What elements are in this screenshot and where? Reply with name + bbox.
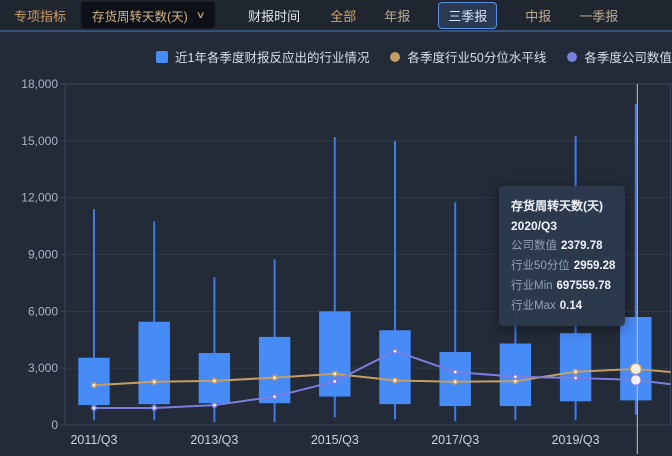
box[interactable] bbox=[620, 317, 651, 400]
company-point-center bbox=[273, 395, 276, 398]
median-point-center bbox=[574, 370, 577, 373]
tooltip-row-value: 2379.78 bbox=[561, 240, 603, 252]
period-tab-2[interactable]: 三季报 bbox=[438, 2, 497, 29]
company-point-center bbox=[454, 371, 457, 374]
y-tick-label: 18,000 bbox=[21, 77, 58, 91]
tooltip-row-label: 行业Max bbox=[511, 300, 556, 312]
tooltip-row-value: 2959.28 bbox=[574, 260, 616, 272]
tooltip-row-value: 0.14 bbox=[560, 300, 582, 312]
company-point-highlight[interactable] bbox=[631, 375, 642, 386]
report-time-label: 财报时间 bbox=[248, 6, 300, 25]
chevron-down-icon: ∨ bbox=[196, 10, 206, 21]
y-tick-label: 6,000 bbox=[28, 304, 58, 318]
chart-tooltip: 存货周转天数(天) 2020/Q3 公司数值 2379.78 行业50分位 2959.… bbox=[499, 186, 625, 326]
tooltip-row-label: 行业50分位 bbox=[511, 260, 570, 272]
period-tab-bar: 全部 年报 三季报 中报 一季报 bbox=[330, 2, 618, 29]
x-tick-label: 2017/Q3 bbox=[431, 433, 479, 447]
x-tick-label: 2011/Q3 bbox=[70, 433, 117, 447]
median-point-center bbox=[394, 379, 397, 382]
tooltip-rows: 公司数值2379.78行业50分位2959.28行业Min697559.78行业… bbox=[511, 236, 613, 316]
section-title: 专项指标 bbox=[14, 6, 66, 25]
period-tab-0[interactable]: 全部 bbox=[330, 6, 356, 25]
tooltip-row-0: 公司数值 2379.78 bbox=[511, 236, 613, 256]
header-bar: 专项指标 存货周转天数(天) ∨ 财报时间 全部 年报 三季报 中报 一季报 bbox=[0, 0, 672, 32]
median-point-center bbox=[153, 381, 156, 384]
company-point-center bbox=[394, 350, 397, 353]
indicator-dropdown-value: 存货周转天数(天) bbox=[92, 6, 188, 25]
period-tab-4[interactable]: 一季报 bbox=[579, 6, 618, 25]
company-point-center bbox=[153, 407, 156, 410]
median-point-center bbox=[93, 384, 96, 387]
company-point-center bbox=[93, 407, 96, 410]
tooltip-title: 存货周转天数(天) bbox=[511, 196, 613, 216]
x-tick-label: 2013/Q3 bbox=[190, 433, 238, 447]
median-point-center bbox=[334, 373, 337, 376]
box[interactable] bbox=[379, 330, 410, 404]
indicator-panel: 专项指标 存货周转天数(天) ∨ 财报时间 全部年报三季报中报一季报 近1年各季… bbox=[0, 0, 672, 32]
y-tick-label: 3,000 bbox=[28, 361, 58, 375]
median-point-center bbox=[514, 380, 517, 383]
period-tab-3[interactable]: 中报 bbox=[525, 6, 551, 25]
median-point-center bbox=[213, 380, 216, 383]
tooltip-period: 2020/Q3 bbox=[511, 216, 613, 236]
y-tick-label: 15,000 bbox=[21, 134, 58, 148]
box[interactable] bbox=[78, 358, 109, 405]
period-tab-1[interactable]: 年报 bbox=[384, 6, 410, 25]
tooltip-row-3: 行业Max 0.14 bbox=[511, 296, 613, 316]
tooltip-row-value: 697559.78 bbox=[557, 280, 611, 292]
median-point-center bbox=[273, 376, 276, 379]
y-tick-label: 9,000 bbox=[28, 248, 58, 262]
median-point-center bbox=[454, 381, 457, 384]
indicator-dropdown[interactable]: 存货周转天数(天) ∨ bbox=[80, 1, 216, 29]
company-point-center bbox=[514, 375, 517, 378]
company-point-center bbox=[334, 380, 337, 383]
box[interactable] bbox=[560, 333, 591, 401]
y-tick-label: 12,000 bbox=[21, 191, 58, 205]
tooltip-row-2: 行业Min 697559.78 bbox=[511, 276, 613, 296]
median-point-highlight[interactable] bbox=[630, 363, 641, 374]
tooltip-row-label: 公司数值 bbox=[511, 240, 557, 252]
y-tick-label: 0 bbox=[51, 418, 58, 432]
company-point-center bbox=[213, 404, 216, 407]
x-tick-label: 2019/Q3 bbox=[552, 433, 600, 447]
company-point-center bbox=[574, 377, 577, 380]
box[interactable] bbox=[139, 322, 170, 404]
tooltip-row-label: 行业Min bbox=[511, 280, 553, 292]
x-tick-label: 2015/Q3 bbox=[311, 433, 359, 447]
tooltip-row-1: 行业50分位 2959.28 bbox=[511, 256, 613, 276]
